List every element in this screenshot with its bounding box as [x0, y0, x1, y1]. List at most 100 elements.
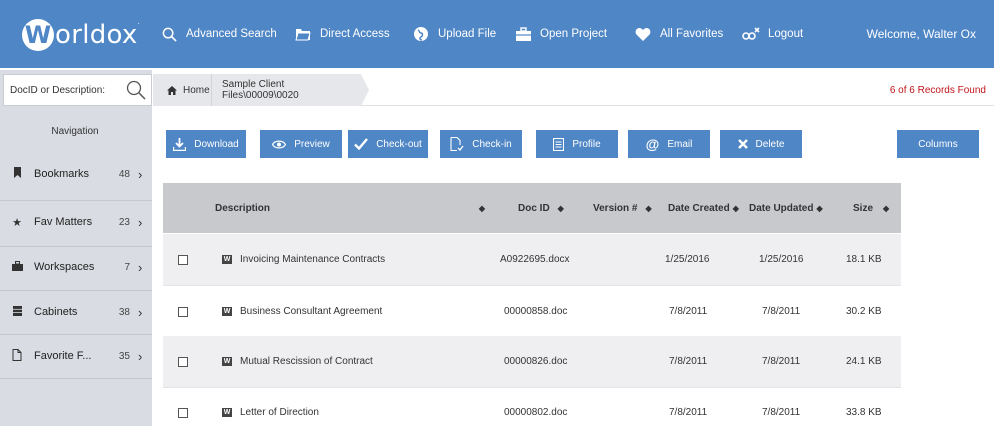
row-checkbox[interactable] — [178, 254, 188, 265]
sidebar-item-label: Fav Matters — [34, 216, 93, 228]
nav-logout[interactable]: Logout — [742, 0, 803, 68]
button-label: Preview — [294, 138, 330, 150]
docid-search[interactable]: DocID or Description: — [3, 74, 152, 106]
table-header: Description ◆ Doc ID ◆ Version # ◆ Date … — [163, 183, 901, 233]
word-doc-icon: W — [222, 255, 232, 264]
email-button[interactable]: @ Email — [628, 130, 710, 158]
search-icon[interactable] — [125, 79, 147, 101]
download-icon — [173, 137, 187, 151]
sidebar-item-fav-matters[interactable]: ★ Fav Matters 23 › — [0, 204, 152, 240]
checkout-button[interactable]: Check-out — [348, 130, 428, 158]
chevron-right-icon: › — [138, 166, 143, 182]
sort-icon[interactable]: ◆ — [816, 204, 822, 213]
nav-advanced-search[interactable]: Advanced Search — [160, 0, 277, 68]
welcome-user[interactable]: Welcome, Walter Ox — [867, 0, 976, 68]
file-checkin-icon — [450, 137, 464, 151]
table-row[interactable]: W Mutual Rescission of Contract 00000826.… — [163, 336, 901, 387]
divider — [0, 378, 152, 379]
doc-description[interactable]: Letter of Direction — [240, 407, 319, 418]
logout-icon — [742, 25, 760, 43]
date-created: 7/8/2011 — [669, 306, 708, 317]
breadcrumb-home[interactable]: Home — [153, 74, 211, 106]
checkin-button[interactable]: Check-in — [440, 130, 522, 158]
doc-size: 33.8 KB — [846, 407, 882, 418]
column-date-created[interactable]: Date Created ◆ — [668, 183, 753, 233]
globe-icon — [412, 25, 430, 43]
sidebar-item-favorite-files[interactable]: Favorite F... 35 › — [0, 338, 152, 374]
sort-icon[interactable]: ◆ — [645, 204, 651, 213]
column-date-updated[interactable]: Date Updated ◆ — [749, 183, 839, 233]
column-size[interactable]: Size ◆ — [853, 183, 898, 233]
row-checkbox[interactable] — [178, 306, 188, 317]
heart-icon — [634, 25, 652, 43]
columns-button[interactable]: Columns — [897, 130, 979, 158]
nav-direct-access[interactable]: Direct Access — [294, 0, 390, 68]
sort-icon[interactable]: ◆ — [479, 204, 485, 213]
sidebar-item-workspaces[interactable]: Workspaces 7 › — [0, 249, 152, 285]
row-checkbox[interactable] — [178, 407, 188, 418]
column-docid[interactable]: Doc ID ◆ — [518, 183, 598, 233]
nav-open-project[interactable]: Open Project — [514, 0, 607, 68]
column-description[interactable]: Description ◆ — [215, 183, 485, 233]
row-checkbox[interactable] — [178, 356, 188, 367]
doc-description[interactable]: Mutual Rescission of Contract — [240, 356, 373, 367]
table-row[interactable]: W Invoicing Maintenance Contracts A092269… — [163, 234, 901, 285]
date-created: 7/8/2011 — [669, 407, 708, 418]
doc-id: 00000802.doc — [504, 407, 568, 418]
bookmark-icon — [10, 167, 24, 181]
worldox-logo[interactable]: W orldox· — [22, 18, 140, 52]
nav-label: Advanced Search — [186, 28, 277, 40]
doc-description[interactable]: Business Consultant Agreement — [240, 306, 382, 317]
logo-text: orldox· — [55, 20, 141, 50]
table-row[interactable]: W Letter of Direction 00000802.doc 7/8/20… — [163, 387, 901, 426]
chevron-right-icon: › — [138, 214, 143, 230]
sort-icon[interactable]: ◆ — [883, 204, 889, 213]
sidebar-item-count: 38 — [118, 306, 130, 318]
date-updated: 7/8/2011 — [762, 407, 801, 418]
breadcrumb-home-label: Home — [183, 84, 210, 96]
doc-id: 00000858.doc — [504, 306, 568, 317]
search-input[interactable]: DocID or Description: — [4, 85, 125, 96]
sidebar-item-count: 23 — [118, 216, 130, 228]
button-label: Delete — [755, 138, 785, 150]
profile-button[interactable]: Profile — [536, 130, 618, 158]
button-label: Columns — [918, 138, 958, 150]
divider — [0, 200, 152, 201]
briefcase-icon — [10, 260, 24, 274]
top-bar: W orldox· Advanced Search Direct Access … — [0, 0, 994, 68]
delete-button[interactable]: Delete — [720, 130, 802, 158]
eye-icon — [272, 140, 287, 149]
profile-icon — [553, 137, 565, 151]
doc-id: A0922695.docx — [500, 254, 570, 265]
download-button[interactable]: Download — [166, 130, 246, 158]
nav-label: Logout — [768, 28, 804, 40]
file-icon — [10, 348, 24, 364]
button-label: Email — [667, 138, 693, 150]
column-version[interactable]: Version # ◆ — [593, 183, 673, 233]
doc-size: 24.1 KB — [846, 356, 882, 367]
sidebar-item-cabinets[interactable]: Cabinets 38 › — [0, 294, 152, 330]
date-updated: 1/25/2016 — [759, 254, 804, 265]
close-icon — [737, 139, 748, 149]
divider — [0, 290, 152, 291]
at-sign-icon: @ — [645, 136, 660, 152]
doc-description[interactable]: Invoicing Maintenance Contracts — [240, 254, 385, 265]
sidebar-item-label: Favorite F... — [34, 350, 92, 362]
date-updated: 7/8/2011 — [762, 306, 801, 317]
sort-icon[interactable]: ◆ — [733, 204, 739, 213]
nav-all-favorites[interactable]: All Favorites — [634, 0, 723, 68]
button-label: Profile — [572, 138, 601, 150]
logo-mark: W — [22, 19, 54, 51]
sidebar-item-bookmarks[interactable]: Bookmarks 48 › — [0, 156, 152, 192]
breadcrumb-path[interactable]: Sample Client Files\00009\0020 — [211, 74, 361, 106]
cabinet-icon — [10, 305, 24, 319]
preview-button[interactable]: Preview — [260, 130, 342, 158]
doc-size: 18.1 KB — [846, 254, 882, 265]
table-row[interactable]: W Business Consultant Agreement 00000858.… — [163, 286, 901, 337]
star-icon: ★ — [12, 216, 22, 229]
sidebar-item-label: Bookmarks — [34, 168, 90, 180]
column-label: Doc ID — [518, 202, 550, 214]
divider — [0, 246, 152, 247]
sort-icon[interactable]: ◆ — [558, 204, 564, 213]
nav-upload-file[interactable]: Upload File — [412, 0, 496, 68]
